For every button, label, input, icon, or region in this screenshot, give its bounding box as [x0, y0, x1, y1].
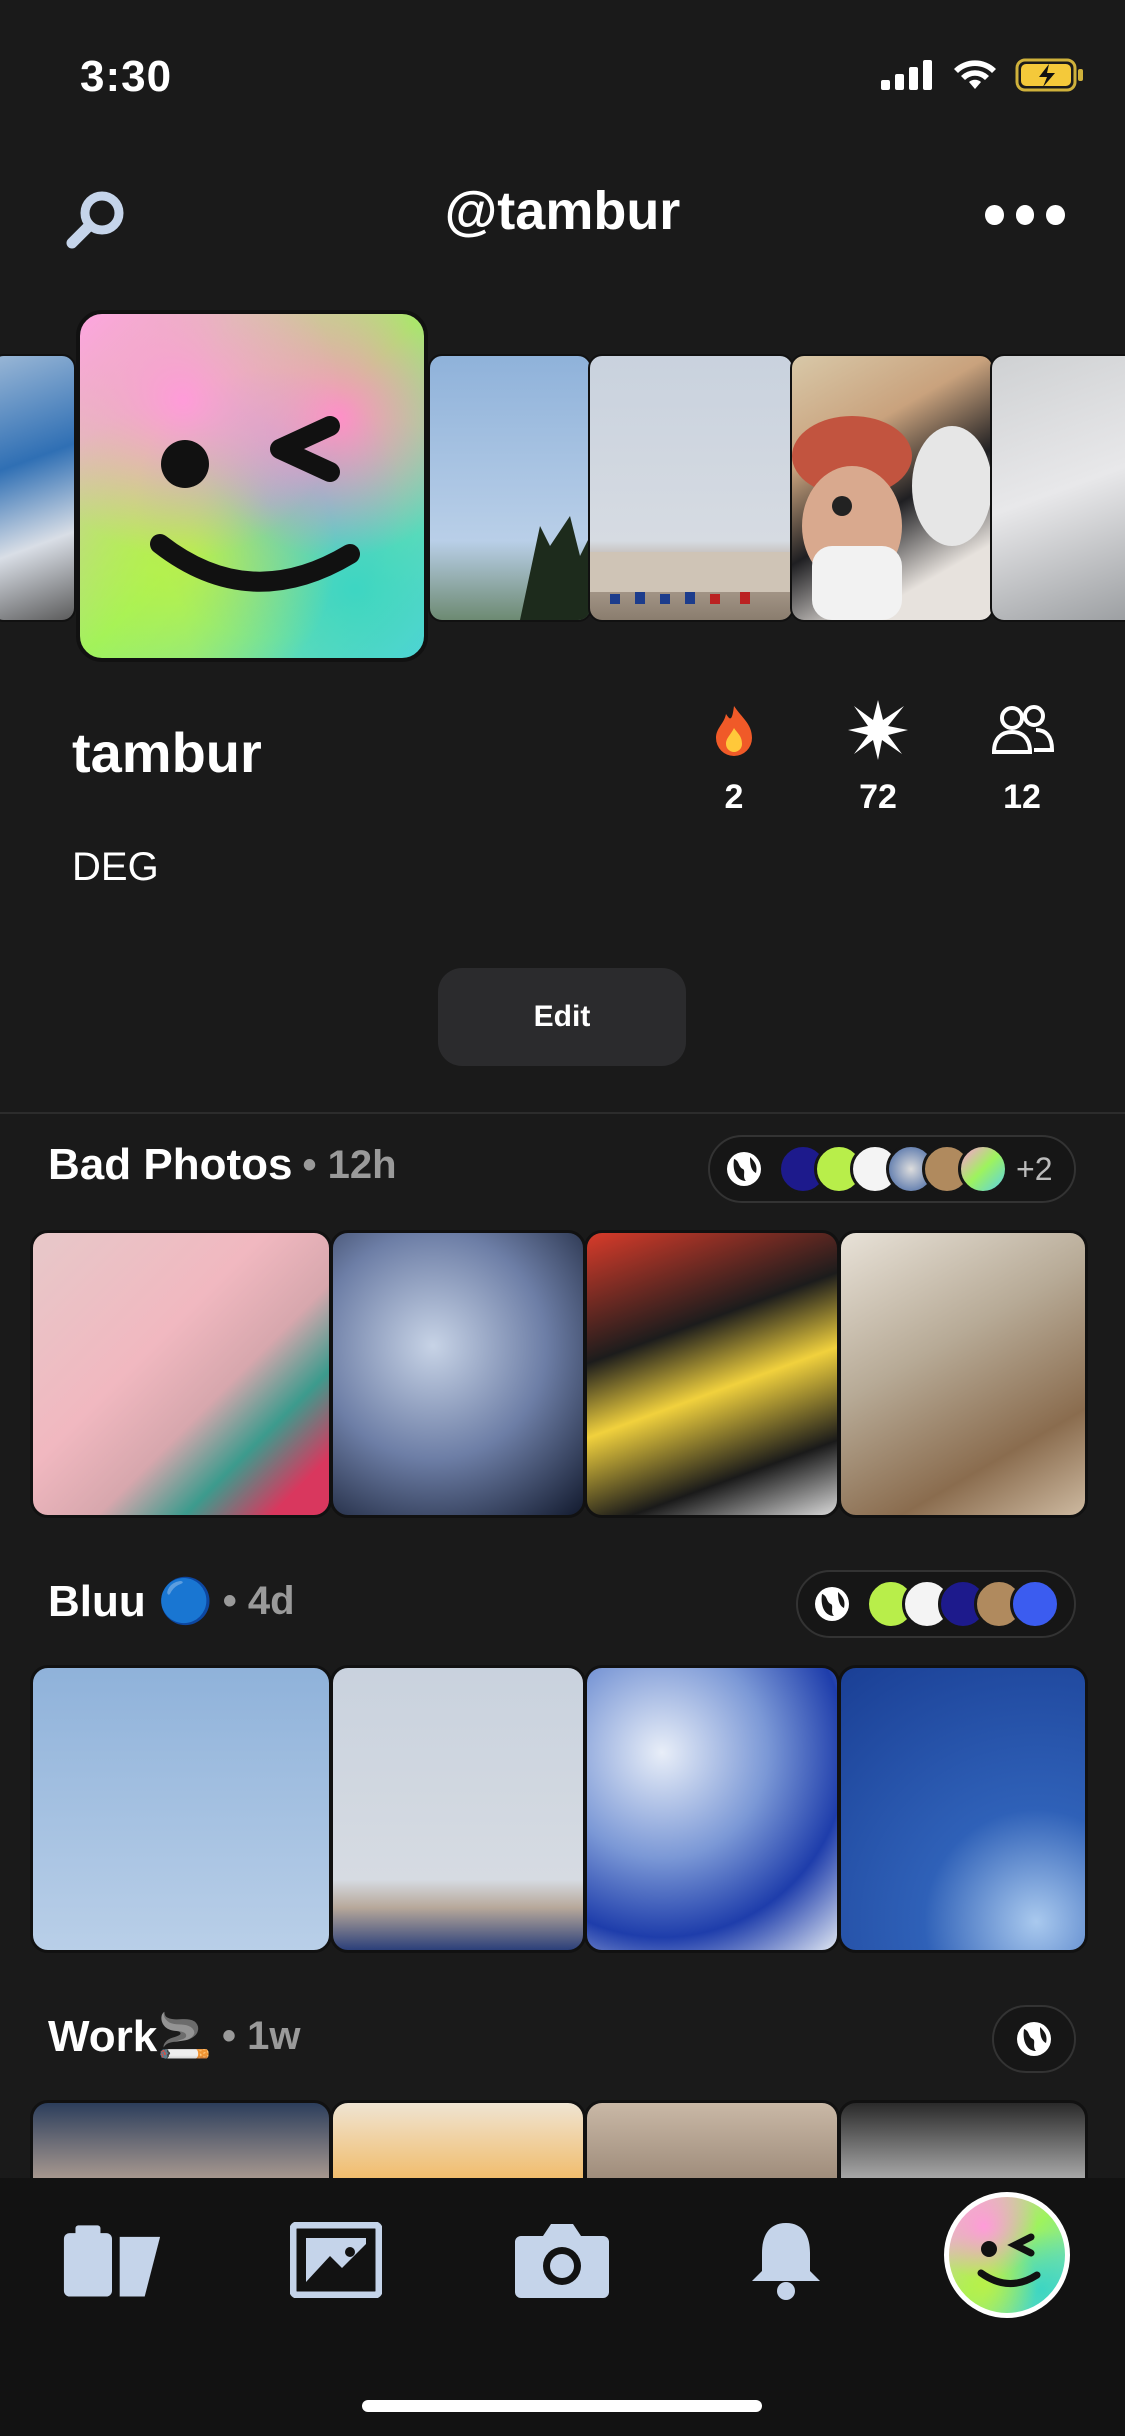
globe-icon — [727, 1152, 761, 1186]
member-avatar — [1010, 1579, 1060, 1629]
cover-photo[interactable] — [428, 354, 592, 622]
album-title[interactable]: Bad Photos • 12h — [48, 1140, 397, 1190]
stat-value: 12 — [1003, 778, 1041, 816]
albums-icon — [63, 2225, 161, 2297]
signal-icon — [881, 60, 932, 90]
album-name: Bad Photos — [48, 1140, 293, 1189]
battery-charging-icon — [1015, 58, 1083, 92]
profile-bio: DEG — [72, 845, 159, 889]
profile-avatar — [977, 2233, 1041, 2287]
extra-members-count: +2 — [1016, 1150, 1053, 1187]
globe-icon — [815, 1587, 849, 1621]
stat-people[interactable]: 12 — [962, 700, 1082, 817]
album-photo[interactable] — [30, 1665, 332, 1953]
camera-icon — [515, 2224, 609, 2298]
wifi-icon — [954, 60, 996, 89]
flags-shape — [590, 552, 792, 604]
album-time: • 12h — [302, 1142, 397, 1187]
tab-albums[interactable] — [62, 2215, 162, 2305]
tab-gallery[interactable] — [286, 2215, 386, 2305]
album-photo[interactable] — [30, 1230, 332, 1518]
tab-camera[interactable] — [512, 2215, 612, 2305]
tab-notifications[interactable] — [736, 2215, 836, 2305]
album-members-pill[interactable] — [992, 2005, 1076, 2073]
album-time: • 1w — [222, 2013, 301, 2058]
edit-profile-button[interactable]: Edit — [438, 968, 686, 1066]
page-title: @tambur — [444, 181, 681, 241]
album-members-pill[interactable]: +2 — [708, 1135, 1076, 1203]
album-photo[interactable] — [584, 1230, 840, 1518]
cover-photo[interactable] — [588, 354, 794, 622]
bell-icon — [752, 2223, 820, 2300]
tab-profile[interactable] — [944, 2192, 1070, 2318]
album-name: Work🚬 — [48, 2012, 212, 2061]
sparkle-icon — [848, 700, 908, 760]
album-photo[interactable] — [330, 1665, 586, 1953]
member-avatar — [958, 1144, 1008, 1194]
people-icon — [991, 705, 1054, 754]
album-photo[interactable] — [584, 1665, 840, 1953]
cover-photo[interactable] — [790, 354, 994, 622]
more-dot — [1046, 205, 1066, 225]
album-title[interactable]: Work🚬 • 1w — [48, 2010, 300, 2062]
home-indicator — [362, 2400, 762, 2412]
divider — [0, 1112, 1125, 1114]
profile-avatar[interactable] — [76, 310, 428, 662]
stat-fire[interactable]: 2 — [674, 700, 794, 817]
album-photo[interactable] — [838, 1665, 1088, 1953]
album-name: Bluu 🔵 — [48, 1577, 213, 1626]
stat-value: 72 — [859, 778, 897, 816]
globe-icon — [1017, 2022, 1051, 2056]
album-members-pill[interactable] — [796, 1570, 1076, 1638]
stat-sparkle[interactable]: 72 — [818, 700, 938, 817]
tree-shape — [520, 516, 590, 620]
stat-value: 2 — [724, 778, 744, 816]
cover-photo[interactable] — [990, 354, 1125, 622]
photo-frame-icon — [290, 2222, 382, 2298]
wink-face-icon — [150, 416, 360, 592]
more-dot — [985, 205, 1004, 225]
cover-photo[interactable] — [0, 354, 76, 622]
status-time: 3:30 — [80, 52, 173, 101]
more-dot — [1015, 205, 1035, 225]
album-photo[interactable] — [838, 1230, 1088, 1518]
status-icons — [881, 58, 1085, 92]
fire-icon — [716, 706, 752, 756]
more-options-button[interactable] — [985, 195, 1066, 235]
album-title[interactable]: Bluu 🔵 • 4d — [48, 1575, 295, 1627]
album-photo[interactable] — [330, 1230, 586, 1518]
album-time: • 4d — [222, 1578, 295, 1623]
profile-name: tambur — [72, 721, 262, 784]
selfie-shape — [792, 416, 992, 620]
